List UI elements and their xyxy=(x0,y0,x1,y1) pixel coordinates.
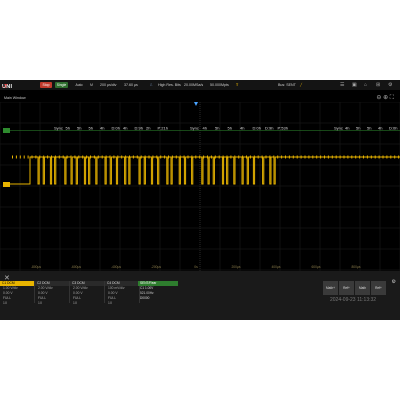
time-tick-label: 800μs xyxy=(351,265,360,269)
decode-label: D:0h xyxy=(253,126,261,131)
channel-1-marker[interactable] xyxy=(3,182,10,187)
trigger-icon: T xyxy=(236,82,239,87)
panel-settings-icon[interactable]: ⚙ xyxy=(392,279,396,285)
channel-value: 1X xyxy=(3,301,8,305)
time-tick-label: 600μs xyxy=(311,265,320,269)
channel-box-c2[interactable]: C2 DCM 2.00 V/div 0.00 V FULL 1X xyxy=(35,281,70,305)
softkey-row: Math+ Ref+ Math Ref+ xyxy=(323,281,386,295)
time-scale-value[interactable]: 200 μs/div xyxy=(100,83,116,87)
channel-box-c4[interactable]: C4 DCM 100 mV/div 0.00 V FULL 1X xyxy=(105,281,140,305)
decode-label: 4h xyxy=(240,126,244,131)
home-icon[interactable]: ⊞ xyxy=(376,82,380,88)
bus-marker[interactable] xyxy=(3,128,10,133)
trigger-position-marker[interactable] xyxy=(194,102,198,106)
channel-value: 1X xyxy=(73,301,78,305)
decode-label: 4h xyxy=(203,126,207,131)
softkey-math-plus[interactable]: Math+ xyxy=(323,281,338,295)
timebase-label: M xyxy=(90,82,93,87)
time-tick-label: -400μs xyxy=(111,265,121,269)
decode-label: Sync xyxy=(334,126,343,131)
decode-label: 4h xyxy=(345,126,349,131)
time-tick-label: -600μs xyxy=(71,265,81,269)
decode-label: 5h xyxy=(66,126,70,131)
sample-rate-value: 20.00MSa/s xyxy=(184,82,204,87)
channel-panel: C1 DCM 1.00 V/div 0.00 V FULL 1X C2 DCM 2.00 V… xyxy=(0,281,140,305)
decode-label: D:0h xyxy=(389,126,397,131)
decode-label: Sync xyxy=(190,126,199,131)
decode-label: P:53h xyxy=(278,126,288,131)
zoom-in-icon[interactable]: ⊕ xyxy=(383,95,388,101)
trigger-mode-button[interactable]: Auto xyxy=(72,82,86,88)
channel-value: 1X xyxy=(38,301,43,305)
time-tick-label: -200μs xyxy=(151,265,161,269)
memory-depth-value: 50.000Mpts xyxy=(210,82,229,87)
clock: 2024-09-23 11:13:32 xyxy=(330,297,377,303)
trigger-code: D0000 xyxy=(140,296,150,300)
menu-icon[interactable]: ☰ xyxy=(340,82,344,88)
main-window-title: Main Window xyxy=(4,96,26,100)
scope-screen: UNI -T Stop Single Auto M 200 μs/div 37.6… xyxy=(0,80,400,320)
acquire-pulse-icon: ⎍ xyxy=(150,82,153,87)
delay-value[interactable]: 37.60 μs xyxy=(124,83,138,87)
bottom-panel: ✕ C1 DCM 1.00 V/div 0.00 V FULL 1X C2 DCM 2.00… xyxy=(0,271,400,320)
decode-label: Sync xyxy=(54,126,63,131)
window-tools: ⊖ ⊕ ⛶ xyxy=(376,94,394,102)
time-tick-label: 200μs xyxy=(231,265,240,269)
decode-label: 5h xyxy=(89,126,93,131)
decode-label: D:9h xyxy=(265,126,273,131)
decode-label: 4h xyxy=(378,126,382,131)
decode-label: D:0h xyxy=(112,126,120,131)
settings-icon[interactable]: ⚙ xyxy=(388,82,392,88)
decode-label: 4h xyxy=(123,126,127,131)
time-tick-label: -800μs xyxy=(31,265,41,269)
bus-label[interactable]: Bus: SENT xyxy=(278,83,296,87)
decode-label: 2h xyxy=(146,126,150,131)
softkey-ref-plus[interactable]: Ref+ xyxy=(339,281,354,295)
decode-label: P:21h xyxy=(158,126,168,131)
network-icon[interactable]: ⌂ xyxy=(364,82,367,88)
fullscreen-icon[interactable]: ⛶ xyxy=(390,95,394,101)
time-tick-label: 400μs xyxy=(271,265,280,269)
zoom-out-icon[interactable]: ⊖ xyxy=(376,95,381,101)
trigger-slope-icon: ╱ xyxy=(300,82,303,87)
top-status-bar: UNI -T Stop Single Auto M 200 μs/div 37.6… xyxy=(0,80,400,90)
time-tick-label: 0s xyxy=(194,265,198,269)
run-stop-button[interactable]: Stop xyxy=(40,81,52,88)
decode-bus: Sync 5h 5h 5h 4h D:0h 4h D:9h 2h P:21h Sync 4h 5h 5h 4… xyxy=(10,126,400,131)
acq-type-value[interactable]: High Res. Bits xyxy=(158,83,181,87)
channel-value: 1X xyxy=(108,301,113,305)
channel-box-c3[interactable]: C3 DCM 2.00 V/div 0.00 V FULL 1X xyxy=(70,281,105,305)
time-axis-labels: -800μs -600μs -400μs -200μs 0s 200μs 400μs 600μ… xyxy=(31,265,361,269)
channel-1-waveform xyxy=(10,155,400,185)
decode-label: 5h xyxy=(367,126,371,131)
channel-box-c1[interactable]: C1 DCM 1.00 V/div 0.00 V FULL 1X xyxy=(0,281,35,305)
softkey-math[interactable]: Math xyxy=(355,281,370,295)
single-button[interactable]: Single xyxy=(55,81,68,88)
decode-label: 5h xyxy=(77,126,81,131)
waveform-plot[interactable]: Sync 5h 5h 5h 4h D:0h 4h D:9h 2h P:21h Sync 4h 5h 5h 4… xyxy=(0,102,400,272)
decode-label: 5h xyxy=(228,126,232,131)
decode-label: 4h xyxy=(100,126,104,131)
brand-logo: UNI -T xyxy=(2,84,13,91)
screenshot-icon[interactable]: ▣ xyxy=(352,82,357,88)
decode-label: D:9h xyxy=(135,126,143,131)
softkey-ref[interactable]: Ref+ xyxy=(371,281,386,295)
trigger-info[interactable]: SENT/Rear C1 1.00V 521.00Hz D0000 xyxy=(138,281,178,305)
decode-label: 5h xyxy=(215,126,219,131)
decode-label: 5h xyxy=(356,126,360,131)
